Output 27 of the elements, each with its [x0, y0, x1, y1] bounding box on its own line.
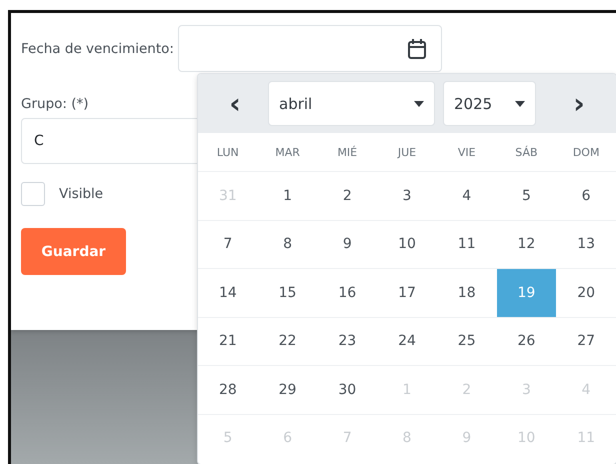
caret-icon: [515, 100, 525, 106]
year-select[interactable]: 2025: [443, 81, 536, 126]
weekday-label: LUN: [216, 144, 240, 160]
field-label: Fecha de vencimiento:: [21, 40, 174, 56]
month-select[interactable]: abril: [268, 81, 435, 126]
prev-month-button[interactable]: ‹: [210, 90, 260, 118]
field-label: Grupo: (*): [21, 96, 89, 112]
visible-checkbox[interactable]: [21, 182, 45, 206]
weekday-label: VIE: [456, 144, 477, 160]
weekday-label: DOM: [572, 144, 600, 160]
date-field[interactable]: [178, 25, 442, 72]
day-cell[interactable]: 27: [556, 316, 616, 365]
weekday-label: JUE: [396, 144, 418, 160]
weekday-label: MIÉ: [336, 144, 358, 160]
weekday-label: MAR: [274, 144, 301, 160]
weekday-label: SÁB: [514, 144, 539, 160]
day-cell[interactable]: 21: [198, 316, 258, 365]
checkbox-label: Visible: [59, 186, 104, 202]
next-month-button[interactable]: ›: [554, 90, 604, 118]
caret-icon: [414, 100, 424, 106]
day-cell[interactable]: 20: [556, 268, 616, 316]
calendar-icon: [406, 38, 427, 60]
day-cell[interactable]: 7: [198, 220, 258, 268]
day-cell[interactable]: 6: [556, 171, 616, 220]
day-cell[interactable]: 28: [198, 365, 258, 414]
day-cell[interactable]: 13: [556, 220, 616, 268]
day-cell[interactable]: 14: [198, 268, 258, 316]
